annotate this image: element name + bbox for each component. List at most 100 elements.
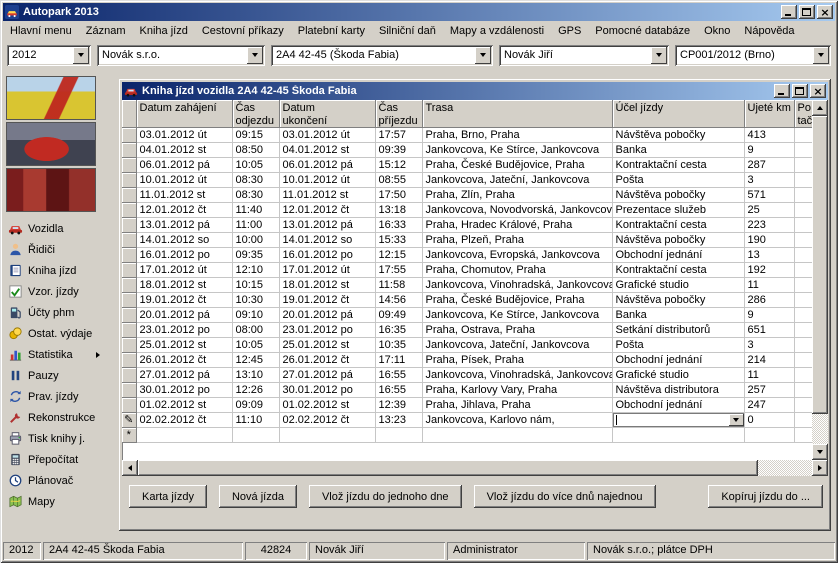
logbook-cell[interactable]: 9: [744, 143, 794, 158]
logbook-cell[interactable]: [232, 428, 279, 443]
logbook-cell[interactable]: 08:00: [232, 323, 279, 338]
dropdown-arrow-icon[interactable]: [73, 47, 89, 64]
logbook-cell[interactable]: Praha, Jihlava, Praha: [422, 398, 612, 413]
logbook-cell[interactable]: 12:39: [375, 398, 422, 413]
logbook-cell[interactable]: 17:11: [375, 353, 422, 368]
minimize-button[interactable]: [774, 84, 790, 98]
vertical-scrollbar[interactable]: [812, 100, 828, 460]
insert-trip-single-day-button[interactable]: Vlož jízdu do jednoho dne: [309, 485, 462, 508]
logbook-cell[interactable]: [794, 128, 812, 143]
sidebar-item-mapy[interactable]: Mapy: [6, 491, 106, 512]
logbook-cell[interactable]: [794, 143, 812, 158]
logbook-cell[interactable]: 11: [744, 368, 794, 383]
logbook-cell[interactable]: 571: [744, 188, 794, 203]
logbook-cell[interactable]: 12:15: [375, 248, 422, 263]
sidebar-item-pauzy[interactable]: Pauzy: [6, 365, 106, 386]
logbook-cell[interactable]: Jankovcova, Karlovo nám,: [422, 413, 612, 428]
column-header[interactable]: Ujeté km: [744, 100, 794, 128]
logbook-cell[interactable]: 12:10: [232, 263, 279, 278]
logbook-cell[interactable]: Jankovcova, Vinohradská, Jankovcova: [422, 368, 612, 383]
logbook-cell[interactable]: Banka: [612, 143, 744, 158]
menu-item[interactable]: Hlavní menu: [3, 22, 79, 41]
column-header[interactable]: Potač: [794, 100, 812, 128]
logbook-cell[interactable]: 11:40: [232, 203, 279, 218]
logbook-cell[interactable]: Návštěva pobočky: [612, 233, 744, 248]
row-selector[interactable]: [122, 188, 136, 203]
logbook-cell[interactable]: 17.01.2012 út: [279, 263, 375, 278]
vehicle-combo[interactable]: 2A4 42-45 (Škoda Fabia): [271, 45, 493, 66]
row-selector[interactable]: [122, 263, 136, 278]
logbook-cell[interactable]: [794, 233, 812, 248]
logbook-cell[interactable]: 06.01.2012 pá: [279, 158, 375, 173]
row-selector[interactable]: [122, 218, 136, 233]
sidebar-item-ostat-vydaje[interactable]: Ostat. výdaje: [6, 323, 106, 344]
logbook-cell[interactable]: 13:23: [375, 413, 422, 428]
logbook-cell[interactable]: 19.01.2012 čt: [279, 293, 375, 308]
horizontal-scrollbar[interactable]: [122, 460, 828, 476]
logbook-cell[interactable]: [794, 278, 812, 293]
menu-item[interactable]: Záznam: [79, 22, 133, 41]
logbook-cell[interactable]: 10:05: [232, 158, 279, 173]
copy-trip-button[interactable]: Kopíruj jízdu do ...: [708, 485, 823, 508]
logbook-cell[interactable]: 12:26: [232, 383, 279, 398]
logbook-cell[interactable]: 08:30: [232, 173, 279, 188]
new-row-selector[interactable]: *: [122, 428, 136, 443]
logbook-cell[interactable]: 12.01.2012 čt: [279, 203, 375, 218]
logbook-cell[interactable]: Grafické studio: [612, 368, 744, 383]
logbook-cell[interactable]: [794, 413, 812, 428]
logbook-cell[interactable]: 27.01.2012 pá: [279, 368, 375, 383]
logbook-cell[interactable]: 651: [744, 323, 794, 338]
logbook-cell[interactable]: Praha, Zlín, Praha: [422, 188, 612, 203]
logbook-cell[interactable]: 15:12: [375, 158, 422, 173]
scroll-right-button[interactable]: [812, 460, 828, 476]
trip-order-combo[interactable]: CP001/2012 (Brno): [675, 45, 831, 66]
logbook-cell[interactable]: 11: [744, 278, 794, 293]
menu-item[interactable]: Silniční daň: [372, 22, 443, 41]
dropdown-arrow-icon[interactable]: [729, 414, 744, 426]
logbook-cell[interactable]: Jankovcova, Ke Stírce, Jankovcova: [422, 143, 612, 158]
logbook-cell[interactable]: 13:18: [375, 203, 422, 218]
logbook-cell[interactable]: [794, 368, 812, 383]
logbook-cell[interactable]: 12.01.2012 čt: [136, 203, 232, 218]
logbook-cell[interactable]: 20.01.2012 pá: [136, 308, 232, 323]
logbook-cell[interactable]: 26.01.2012 čt: [279, 353, 375, 368]
row-selector[interactable]: [122, 248, 136, 263]
logbook-cell[interactable]: 25.01.2012 st: [279, 338, 375, 353]
logbook-cell[interactable]: 20.01.2012 pá: [279, 308, 375, 323]
logbook-cell[interactable]: 16:55: [375, 368, 422, 383]
logbook-cell[interactable]: 11.01.2012 st: [279, 188, 375, 203]
logbook-cell[interactable]: 09:15: [232, 128, 279, 143]
logbook-cell[interactable]: Praha, Hradec Králové, Praha: [422, 218, 612, 233]
logbook-cell[interactable]: [794, 203, 812, 218]
dropdown-arrow-icon[interactable]: [651, 47, 667, 64]
vertical-scroll-thumb[interactable]: [812, 116, 828, 414]
logbook-cell[interactable]: [794, 158, 812, 173]
logbook-cell[interactable]: 23.01.2012 po: [136, 323, 232, 338]
logbook-cell[interactable]: 01.02.2012 st: [279, 398, 375, 413]
logbook-cell[interactable]: 08:30: [232, 188, 279, 203]
row-selector[interactable]: [122, 398, 136, 413]
maximize-button[interactable]: [792, 84, 808, 98]
logbook-cell[interactable]: Jankovcova, Jateční, Jankovcova: [422, 173, 612, 188]
row-selector-header[interactable]: [122, 100, 136, 128]
logbook-cell[interactable]: [612, 413, 744, 428]
dropdown-arrow-icon[interactable]: [813, 47, 829, 64]
logbook-cell[interactable]: [612, 428, 744, 443]
menu-item[interactable]: Pomocné databáze: [588, 22, 697, 41]
logbook-cell[interactable]: [794, 338, 812, 353]
row-selector[interactable]: [122, 368, 136, 383]
logbook-cell[interactable]: 02.02.2012 čt: [279, 413, 375, 428]
logbook-cell[interactable]: 09:39: [375, 143, 422, 158]
logbook-cell[interactable]: Praha, Karlovy Vary, Praha: [422, 383, 612, 398]
logbook-cell[interactable]: 09:49: [375, 308, 422, 323]
logbook-cell[interactable]: Banka: [612, 308, 744, 323]
dropdown-arrow-icon[interactable]: [475, 47, 491, 64]
logbook-cell[interactable]: 223: [744, 218, 794, 233]
row-selector[interactable]: [122, 383, 136, 398]
row-selector[interactable]: [122, 158, 136, 173]
row-selector[interactable]: [122, 338, 136, 353]
logbook-cell[interactable]: Grafické studio: [612, 278, 744, 293]
logbook-cell[interactable]: 16.01.2012 po: [136, 248, 232, 263]
logbook-cell[interactable]: 25: [744, 203, 794, 218]
trip-card-button[interactable]: Karta jízdy: [129, 485, 207, 508]
